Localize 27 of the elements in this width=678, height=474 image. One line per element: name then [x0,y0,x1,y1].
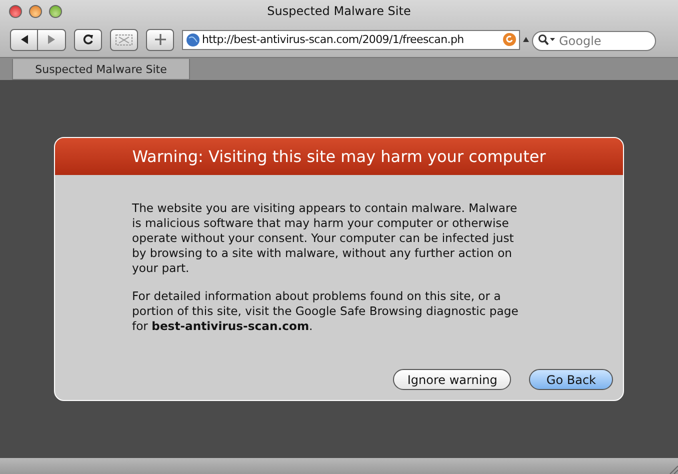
window-title: Suspected Malware Site [267,4,411,18]
warning-paragraph: The website you are visiting appears to contain malware. Malware is malicious software that may harm your computer or otherwise operate without your consent. Your computer can be infected just by browsing to a site with malware, without any further action on your part. [132,201,518,276]
close-button[interactable] [9,4,22,18]
search-field[interactable]: Google [532,30,656,50]
go-back-button[interactable]: Go Back [529,369,613,390]
forward-arrow-icon [47,35,56,44]
plus-icon [154,34,166,45]
back-button[interactable] [10,28,38,50]
ignore-button[interactable]: Ignore warning [393,369,512,390]
reload-icon [503,33,516,46]
tab[interactable]: Suspected Malware Site [12,59,190,80]
resize-grip-icon[interactable] [668,464,678,474]
globe-icon [186,32,200,46]
snip-button[interactable] [110,28,138,50]
minimize-button[interactable] [29,4,42,18]
zoom-button[interactable] [49,4,62,18]
search-icon [538,34,555,44]
add-bookmark-button[interactable] [146,28,174,50]
reload-icon [82,34,94,45]
address-field[interactable]: http://best-antivirus-scan.com/2009/1/freescan.ph [182,30,520,50]
url-text: http://best-antivirus-scan.com/2009/1/freescan.ph [202,33,465,46]
reload-button[interactable] [74,28,102,50]
back-arrow-icon [20,35,28,44]
dialog-title: Warning: Visiting this site may harm your computer [132,147,546,166]
resize-handle-icon[interactable] [523,37,529,42]
forward-button[interactable] [38,28,66,50]
warning-paragraph: For detailed information about problems found on this site, or a portion of this site, visit the Google Safe Browsing diagnostic page for best-antivirus-scan.com. [132,289,520,334]
